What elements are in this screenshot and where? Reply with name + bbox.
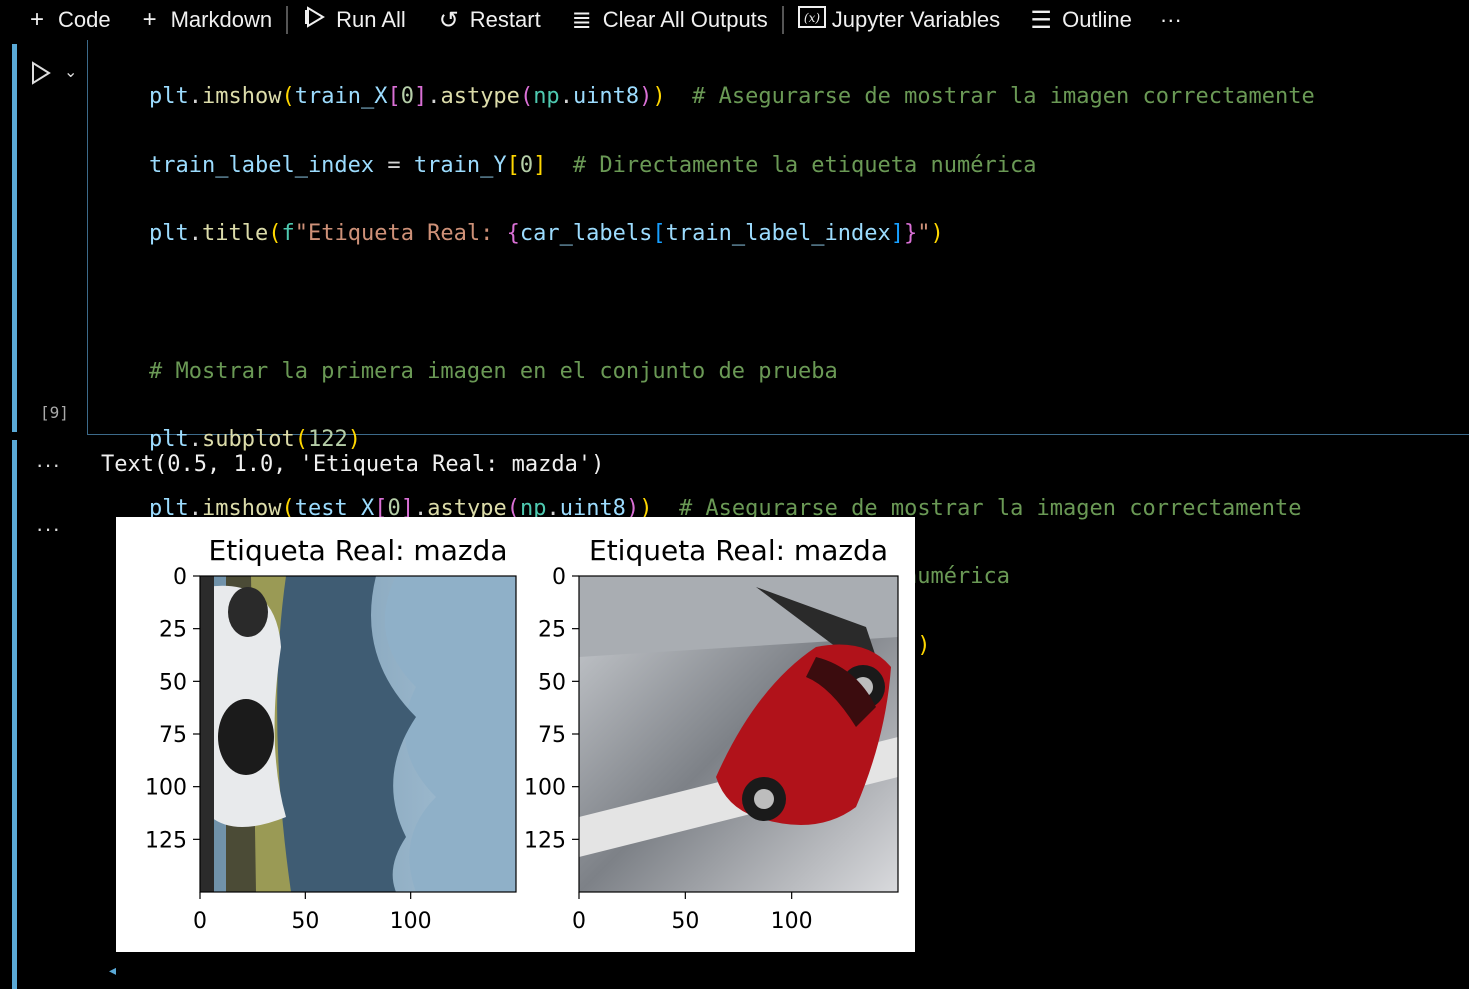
y-tick-label: 75	[159, 723, 187, 748]
jupyter-variables-label: Jupyter Variables	[831, 7, 1001, 32]
x-tick-label: 100	[390, 909, 432, 934]
y-tick-label: 50	[538, 670, 566, 695]
y-tick-label: 0	[173, 565, 187, 590]
y-tick-label: 0	[552, 565, 566, 590]
run-cell-icon[interactable]	[30, 60, 52, 92]
run-all-icon	[302, 5, 328, 36]
add-code-label: Code	[58, 7, 111, 32]
y-tick-label: 125	[524, 828, 566, 853]
run-all-label: Run All	[336, 7, 406, 32]
jupyter-variables-button[interactable]: (x) Jupyter Variables	[797, 5, 1001, 35]
restart-label: Restart	[469, 7, 541, 32]
chart-title: Etiqueta Real: mazda	[589, 534, 888, 567]
run-all-button[interactable]: Run All	[302, 5, 406, 36]
more-icon: ···	[1159, 7, 1182, 32]
image-panel-2	[579, 576, 898, 892]
notebook-toolbar: + Code + Markdown Run All ↺ Restart ≣ Cl…	[0, 0, 1469, 40]
outline-button[interactable]: ☰ Outline	[1028, 6, 1132, 35]
clear-outputs-icon: ≣	[571, 6, 592, 34]
more-actions-button[interactable]: ···	[1160, 7, 1182, 33]
image-panel-1	[200, 576, 516, 892]
y-tick-label: 100	[524, 776, 566, 801]
restart-button[interactable]: ↺ Restart	[436, 6, 541, 35]
chart-title: Etiqueta Real: mazda	[209, 534, 508, 567]
toolbar-divider	[781, 6, 784, 34]
x-tick-label: 100	[771, 909, 813, 934]
y-tick-label: 75	[538, 723, 566, 748]
execution-count: [9]	[40, 403, 69, 422]
plus-icon: +	[142, 6, 157, 33]
clear-all-outputs-button[interactable]: ≣ Clear All Outputs	[569, 6, 768, 35]
y-tick-label: 100	[145, 776, 187, 801]
output-focus-border	[12, 440, 17, 989]
clear-all-outputs-label: Clear All Outputs	[602, 7, 768, 32]
x-tick-label: 50	[291, 909, 319, 934]
cell-focus-border	[12, 44, 17, 432]
matplotlib-figure: Etiqueta Real: mazda 0 50 100 0 25 50 75 100 125 E…	[116, 517, 915, 952]
y-tick-label: 25	[159, 618, 187, 643]
code-line-3: plt.title(f"Etiqueta Real: {car_labels[t…	[149, 221, 944, 247]
y-tick-label: 50	[159, 670, 187, 695]
svg-text:(x): (x)	[804, 11, 820, 25]
plus-icon: +	[29, 6, 44, 33]
figure-canvas: Etiqueta Real: mazda 0 50 100 0 25 50 75 100 125 E…	[145, 534, 899, 934]
x-tick-label: 0	[572, 909, 586, 934]
collapse-arrow-icon[interactable]: ◂	[109, 962, 116, 979]
toolbar-divider	[286, 6, 289, 34]
output-actions-icon[interactable]: ···	[36, 452, 61, 478]
y-tick-label: 25	[538, 618, 566, 643]
x-tick-label: 0	[193, 909, 207, 934]
add-code-button[interactable]: + Code	[24, 6, 111, 34]
text-output: Text(0.5, 1.0, 'Etiqueta Real: mazda')	[101, 452, 605, 477]
add-markdown-label: Markdown	[170, 7, 273, 32]
outline-icon: ☰	[1030, 6, 1052, 34]
code-line-1: plt.imshow(train_X[0].astype(np.uint8)) …	[149, 84, 1315, 110]
outline-label: Outline	[1062, 7, 1132, 32]
code-line-2: train_label_index = train_Y[0] # Directa…	[149, 152, 1037, 178]
output-actions-icon[interactable]: ···	[36, 516, 61, 542]
x-tick-label: 50	[671, 909, 699, 934]
chevron-down-icon[interactable]: ⌄	[64, 62, 77, 82]
restart-icon: ↺	[438, 6, 459, 34]
code-line-5: # Mostrar la primera imagen en el conjun…	[149, 358, 838, 384]
add-markdown-button[interactable]: + Markdown	[137, 6, 273, 34]
y-tick-label: 125	[145, 828, 187, 853]
variables-icon: (x)	[797, 5, 826, 35]
